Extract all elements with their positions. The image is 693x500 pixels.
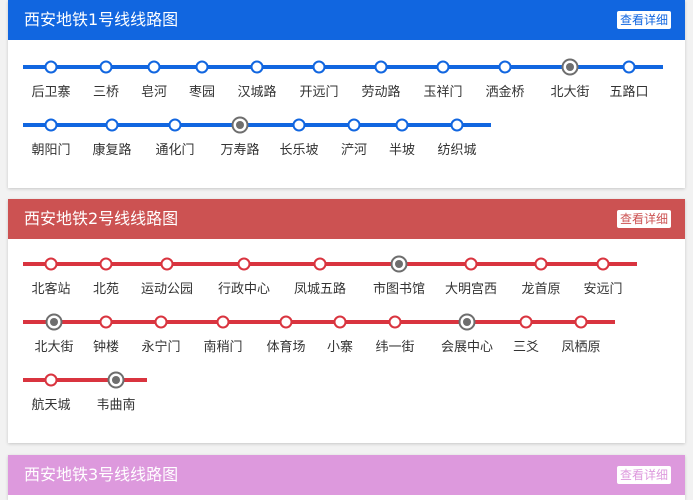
- line-3-title: 西安地铁3号线线路图: [24, 465, 179, 484]
- station-label: 浐河: [341, 143, 367, 158]
- station-label: 北大街: [550, 85, 589, 100]
- station-label: 康复路: [92, 142, 131, 158]
- station-icon: [237, 257, 251, 271]
- station-label: 纺织城: [437, 143, 476, 158]
- station-label: 运动公园: [141, 282, 193, 297]
- line-2-map: 北客站 北苑 运动公园 行政中心 凤城五路 市图书馆 大明宫西 龙首原 安远门北大街 钟楼 永宁门 南…: [23, 255, 637, 413]
- station-label: 三桥: [93, 85, 119, 100]
- station-label: 通化门: [155, 143, 194, 158]
- station-icon: [395, 118, 409, 132]
- line-3-card: 西安地铁3号线线路图 查看详细: [8, 455, 685, 500]
- station-label: 凤城五路: [294, 281, 346, 297]
- line-3-detail-button[interactable]: 查看详细: [616, 466, 671, 484]
- station-icon: [313, 257, 327, 271]
- station-icon: [574, 315, 588, 329]
- station-label: 会展中心: [441, 340, 493, 355]
- station-icon: [498, 60, 512, 74]
- station-icon: [436, 60, 450, 74]
- station-label: 大明宫西: [445, 282, 497, 297]
- station-label: 玉祥门: [423, 85, 462, 100]
- station-icon: [534, 257, 548, 271]
- station-icon: [44, 257, 58, 271]
- station-label: 南稍门: [203, 339, 242, 355]
- station-icon: [450, 118, 464, 132]
- station-icon: [596, 257, 610, 271]
- station-label: 安远门: [583, 282, 622, 297]
- station-label: 行政中心: [218, 282, 270, 297]
- station-label: 韦曲南: [96, 397, 135, 413]
- station-label: 五路口: [609, 84, 648, 100]
- station-icon: [279, 315, 293, 329]
- station-icon: [519, 315, 533, 329]
- station-label: 枣园: [189, 85, 215, 100]
- station-icon: [147, 60, 161, 74]
- station-label: 朝阳门: [31, 143, 70, 158]
- station-icon: [105, 118, 119, 132]
- station-icon: [44, 373, 58, 387]
- station-icon: [168, 118, 182, 132]
- transfer-station-dot: [50, 318, 58, 326]
- station-icon: [333, 315, 347, 329]
- station-label: 劳动路: [361, 84, 400, 100]
- station-icon: [99, 257, 113, 271]
- station-icon: [347, 118, 361, 132]
- station-icon: [195, 60, 209, 74]
- station-icon: [160, 257, 174, 271]
- transfer-station-dot: [236, 121, 244, 129]
- line-2-card: 西安地铁2号线线路图 查看详细 北客站 北苑 运动公园 行政中心 凤城五路 市图书馆 大明宫…: [8, 199, 685, 443]
- station-label: 凤栖原: [561, 340, 600, 355]
- transfer-station-dot: [566, 63, 574, 71]
- station-icon: [99, 315, 113, 329]
- station-icon: [464, 257, 478, 271]
- station-label: 开远门: [299, 85, 338, 100]
- station-icon: [388, 315, 402, 329]
- station-icon: [44, 118, 58, 132]
- transfer-station-dot: [463, 318, 471, 326]
- station-label: 汉城路: [237, 84, 276, 100]
- station-label: 三爻: [513, 340, 539, 355]
- station-icon: [312, 60, 326, 74]
- transfer-station-dot: [395, 260, 403, 268]
- station-icon: [622, 60, 636, 74]
- station-icon: [250, 60, 264, 74]
- station-label: 纬一街: [375, 340, 414, 355]
- station-label: 体育场: [266, 339, 305, 355]
- station-label: 航天城: [31, 397, 70, 413]
- station-icon: [292, 118, 306, 132]
- station-label: 北苑: [93, 282, 119, 297]
- line-1-map: 后卫寨 三桥 皂河 枣园 汉城路 开远门 劳动路 玉祥门 洒金桥 北大街 五路口朝阳门 康复路 通化门 万…: [23, 58, 663, 158]
- station-label: 市图书馆: [373, 281, 425, 297]
- station-label: 钟楼: [93, 339, 119, 355]
- station-label: 万寿路: [220, 142, 259, 158]
- station-icon: [154, 315, 168, 329]
- station-label: 龙首原: [521, 282, 560, 297]
- station-icon: [44, 60, 58, 74]
- station-label: 皂河: [141, 85, 167, 100]
- line-3-header: 西安地铁3号线线路图 查看详细: [8, 455, 685, 495]
- station-label: 后卫寨: [31, 84, 70, 100]
- station-label: 北客站: [31, 281, 70, 297]
- station-label: 洒金桥: [485, 84, 524, 100]
- station-label: 长乐坡: [279, 143, 318, 158]
- station-label: 小寨: [327, 339, 353, 355]
- station-icon: [216, 315, 230, 329]
- line-1-card: 西安地铁1号线线路图 查看详细 后卫寨 三桥 皂河 枣园 汉城路 开远门 劳动路 玉祥门 洒金桥…: [8, 0, 685, 188]
- station-label: 北大街: [34, 340, 73, 355]
- station-icon: [374, 60, 388, 74]
- transfer-station-dot: [112, 376, 120, 384]
- station-icon: [99, 60, 113, 74]
- station-label: 半坡: [389, 143, 415, 158]
- station-label: 永宁门: [141, 339, 180, 355]
